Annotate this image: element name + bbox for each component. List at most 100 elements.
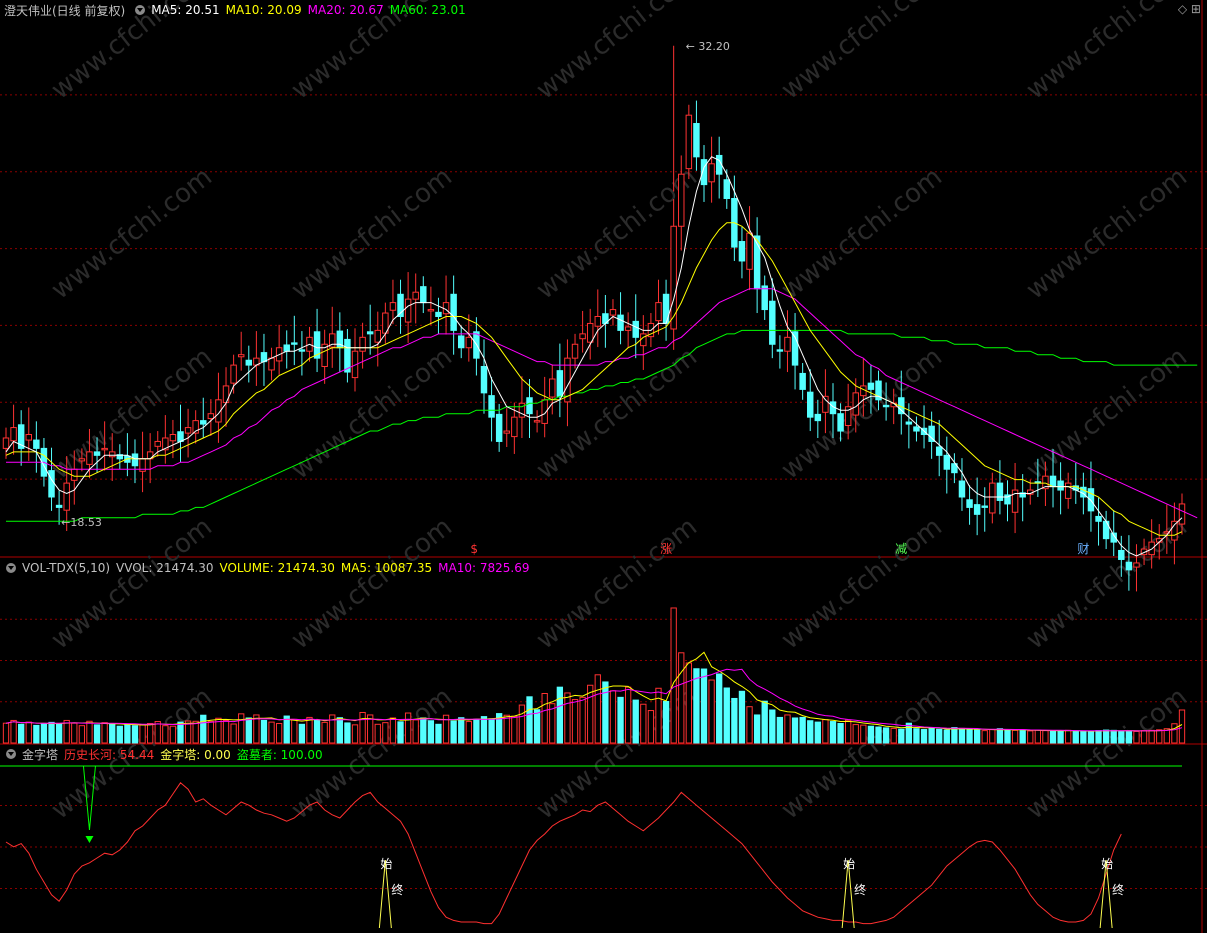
candle-body [807,391,814,418]
volume-bar [579,696,586,744]
watermark-text: www.cfchi.com [1021,0,1193,106]
candle-body [389,302,397,311]
volume-bar [1072,730,1079,744]
indicator-title: 金字塔 [22,747,59,762]
vvol-readout: VVOL: 21474.30 [116,561,214,575]
volume-bar [784,714,791,744]
candle-body [93,451,101,456]
volume-bar [351,724,359,744]
volume-bar [359,711,366,744]
candle-body [776,349,784,352]
signal-end-label: 终 [1112,882,1124,897]
candle-body [1095,515,1102,522]
candle-body [298,349,306,352]
volume-bar [905,722,913,744]
volume-bar [55,722,63,744]
volume-bar [427,720,435,744]
event-marker: 涨 [660,541,672,556]
volume-bar [480,716,488,744]
candle-body [154,440,161,447]
watermark-text: www.cfchi.com [531,342,703,486]
watermark-text: www.cfchi.com [1021,342,1193,486]
volume-bar [852,724,859,744]
volume-bar [275,722,283,744]
volume-bar [662,700,670,744]
volume-bar [1148,729,1155,744]
volume-bar [556,686,564,744]
candle-body [973,504,981,515]
volume-bar [78,725,86,744]
candle-body [882,404,890,408]
volume-bar [791,717,799,744]
volume-bar [336,717,343,744]
dropdown-icon[interactable] [135,5,146,15]
watermark-text: www.cfchi.com [776,162,948,306]
candle-body [1057,480,1064,491]
candle-body [450,293,457,331]
volume-bar [10,719,17,744]
volume-bar [936,728,943,744]
volume-bar [541,693,548,744]
volume-bar [1027,730,1034,744]
candle-body [571,343,579,359]
candle-body [617,314,624,331]
volume-bar [245,717,252,744]
candle-body [412,291,419,300]
volume-bar [389,717,397,744]
candle-body [966,499,973,508]
candle-body [913,426,920,432]
candle-body [63,482,70,511]
volume-bar [867,725,875,744]
volume-bar [875,726,882,744]
volume-bar [1133,730,1140,744]
watermark-text: www.cfchi.com [286,162,458,306]
volume-bar [989,729,996,744]
volume-bar [882,727,890,744]
volume-bar [291,718,298,744]
event-marker: 减 [895,542,907,556]
dropdown-icon[interactable] [6,749,16,759]
candle-body [1133,562,1140,568]
high-price-label: ← 32.20 [686,40,730,53]
candle-body [655,302,662,322]
volume-bar [837,722,844,744]
volume-bar [473,718,480,744]
stock-title: 澄天伟业(日线 前复权) [4,3,126,18]
volume-bar [1019,730,1026,744]
volume-bar [420,717,427,744]
signal-end-label: 终 [854,882,866,897]
candle-body [177,431,184,442]
watermark-text: www.cfchi.com [531,682,703,826]
watermark-text: www.cfchi.com [776,0,948,106]
event-marker: $ [470,542,478,556]
volume-bar [412,719,419,744]
dropdown-icon[interactable] [6,563,16,573]
candle-body [723,179,731,199]
volume-bar [624,686,632,744]
volume-bar [898,728,905,744]
candle-body [1087,488,1095,512]
candle-body [586,322,594,343]
corner-icons[interactable]: ◇ ⊞ [1178,2,1201,16]
volume-bar [814,721,821,744]
volume-bar [799,716,806,744]
candle-body [1049,475,1057,488]
volume-bar [154,721,161,744]
volume-bar [321,721,328,744]
volume-bar [382,722,389,744]
candle-body [465,336,473,349]
volume-bar [776,716,784,744]
watermark-text: www.cfchi.com [1021,162,1193,306]
volume-bar [2,722,10,744]
volume-bar [1004,729,1011,744]
low-price-label: ←18.53 [61,516,102,529]
signal-start-label: 始 [843,857,855,871]
candle-body [503,430,510,434]
volume-bar [1057,730,1064,744]
volume-bar [260,719,268,744]
candle-body [184,427,192,434]
candle-body [708,163,715,183]
candle-body [996,482,1004,501]
volume-bar [731,697,738,744]
volume-bar [571,699,579,744]
